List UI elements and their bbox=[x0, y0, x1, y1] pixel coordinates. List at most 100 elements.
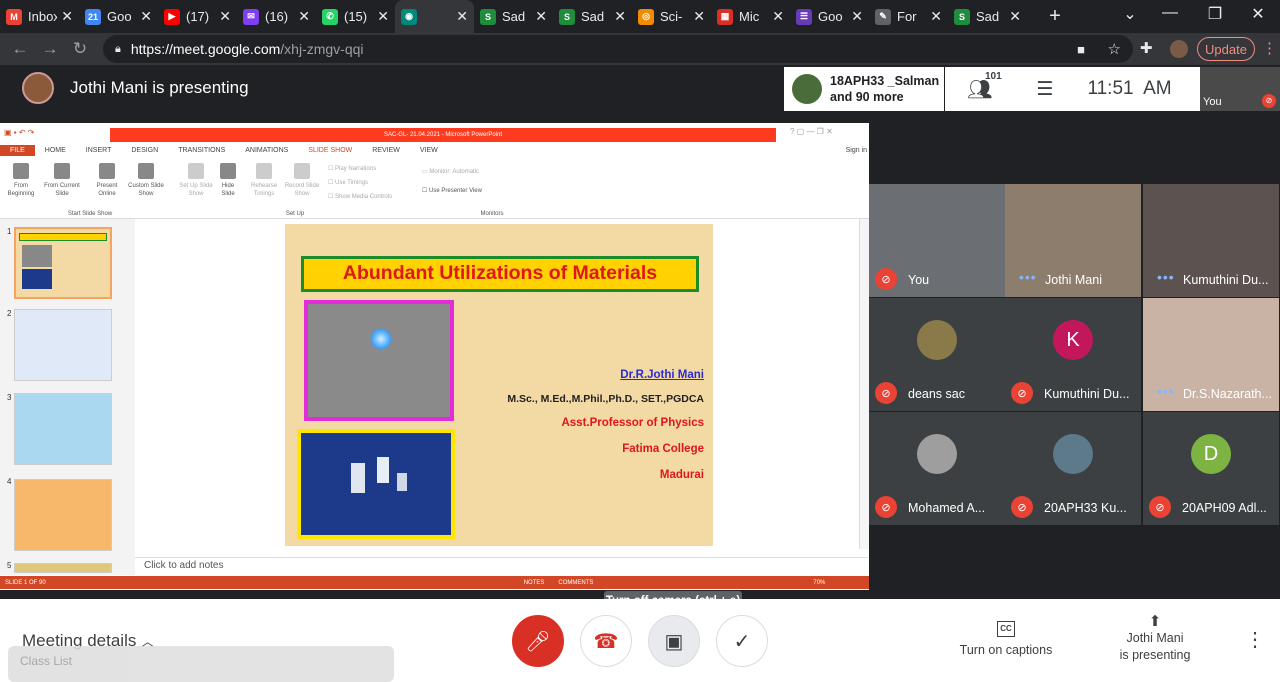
ppt-menu-insert[interactable]: INSERT bbox=[86, 147, 112, 154]
record-slide-show-button[interactable]: Record Slide Show bbox=[282, 163, 322, 198]
slide-thumbnail[interactable] bbox=[14, 393, 112, 465]
browser-tab[interactable]: ◉ ✕ bbox=[395, 0, 474, 33]
meeting-info-bar: 👥︎ 101 ☰ 11:51 AM bbox=[945, 67, 1200, 111]
close-tab-icon[interactable]: ✕ bbox=[298, 8, 310, 25]
notes-toggle[interactable]: NOTES bbox=[524, 580, 545, 586]
participant-tile[interactable]: ⊘ Mohamed A... bbox=[869, 412, 1005, 525]
rehearse-timings-button[interactable]: Rehearse Timings bbox=[246, 163, 282, 198]
present-online-button[interactable]: Present Online bbox=[90, 163, 124, 198]
close-tab-icon[interactable]: ✕ bbox=[61, 8, 73, 25]
calendar-icon: 21 bbox=[85, 8, 101, 25]
play-narrations-checkbox[interactable]: ☐ Play Narrations bbox=[328, 165, 376, 173]
slide-thumbnail[interactable] bbox=[14, 479, 112, 551]
ppt-window-title: SAC-GL- 21.04.2021 - Microsoft PowerPoin… bbox=[110, 128, 776, 142]
extensions-icon[interactable]: ✚ bbox=[1140, 39, 1153, 57]
chevron-down-icon[interactable]: ⌄ bbox=[1115, 4, 1145, 24]
from-current-button[interactable]: From Current Slide bbox=[42, 163, 82, 198]
forward-arrow-icon[interactable]: → bbox=[35, 39, 65, 59]
profile-avatar[interactable] bbox=[1170, 40, 1188, 58]
close-tab-icon[interactable]: ✕ bbox=[772, 8, 784, 25]
leave-call-button[interactable]: ☎︎ bbox=[580, 615, 632, 667]
slide-scrollbar[interactable] bbox=[859, 219, 869, 549]
slide-thumbnail[interactable] bbox=[14, 227, 112, 299]
participant-tile[interactable]: K ⊘ Kumuthini Du... bbox=[1005, 298, 1141, 411]
close-tab-icon[interactable]: ✕ bbox=[930, 8, 942, 25]
from-beginning-button[interactable]: From Beginning bbox=[3, 163, 39, 198]
ppt-menu-view[interactable]: VIEW bbox=[420, 147, 438, 154]
participant-tile[interactable]: ⊘ deans sac bbox=[869, 298, 1005, 411]
close-window-icon[interactable]: ✕ bbox=[1243, 4, 1273, 24]
mic-toggle-button[interactable]: 🎤︎ bbox=[512, 615, 564, 667]
close-tab-icon[interactable]: ✕ bbox=[614, 8, 626, 25]
update-button[interactable]: Update bbox=[1197, 37, 1255, 61]
ppt-sign-in[interactable]: Sign in bbox=[846, 147, 867, 154]
camera-toggle-button[interactable]: ▣ bbox=[648, 615, 700, 667]
ppt-menu-slideshow[interactable]: SLIDE SHOW bbox=[308, 147, 352, 154]
mic-off-icon: ⊘ bbox=[1011, 382, 1033, 404]
monitor-select[interactable]: ▭ Monitor: Automatic bbox=[422, 168, 479, 176]
ppt-menu-home[interactable]: HOME bbox=[45, 147, 66, 154]
browser-tab[interactable]: M Inbox ✕ bbox=[0, 0, 79, 33]
slide-thumbnail[interactable] bbox=[14, 309, 112, 381]
checkmark-button[interactable]: ✓ bbox=[716, 615, 768, 667]
browser-tab[interactable]: 21 Goo ✕ bbox=[79, 0, 158, 33]
slide-thumbnail[interactable] bbox=[14, 563, 112, 573]
reload-icon[interactable]: ↻ bbox=[65, 39, 95, 59]
setup-show-button[interactable]: Set Up Slide Show bbox=[176, 163, 216, 198]
star-icon[interactable]: ☆ bbox=[1108, 40, 1121, 58]
minimize-icon[interactable]: — bbox=[1155, 4, 1185, 22]
restore-icon[interactable]: ❐ bbox=[1200, 4, 1230, 24]
ppt-menu-design[interactable]: DESIGN bbox=[131, 147, 158, 154]
use-timings-checkbox[interactable]: ☐ Use Timings bbox=[328, 179, 368, 187]
browser-tab[interactable]: ☰ Goo ✕ bbox=[790, 0, 869, 33]
close-tab-icon[interactable]: ✕ bbox=[693, 8, 705, 25]
sad-icon: S bbox=[559, 8, 575, 25]
hide-slide-button[interactable]: Hide Slide bbox=[216, 163, 240, 198]
close-tab-icon[interactable]: ✕ bbox=[535, 8, 547, 25]
more-options-icon[interactable]: ⋮ bbox=[1245, 627, 1265, 652]
browser-tab[interactable]: ✎ For ✕ bbox=[869, 0, 948, 33]
participant-tile[interactable]: ••• Kumuthini Du... bbox=[1143, 184, 1279, 297]
browser-tab[interactable]: ▦ Mic ✕ bbox=[711, 0, 790, 33]
browser-tab[interactable]: S Sad ✕ bbox=[948, 0, 1027, 33]
back-arrow-icon[interactable]: ← bbox=[5, 39, 35, 59]
participant-tile[interactable]: ••• Dr.S.Nazarath... bbox=[1143, 298, 1279, 411]
close-tab-icon[interactable]: ✕ bbox=[851, 8, 863, 25]
hangup-icon: ☎︎ bbox=[593, 630, 619, 653]
custom-show-button[interactable]: Custom Slide Show bbox=[122, 163, 170, 198]
browser-tab[interactable]: S Sad ✕ bbox=[553, 0, 632, 33]
close-tab-icon[interactable]: ✕ bbox=[1009, 8, 1021, 25]
close-tab-icon[interactable]: ✕ bbox=[377, 8, 389, 25]
people-icon[interactable]: 👥︎ 101 bbox=[967, 71, 1002, 102]
participant-tile[interactable]: ••• Jothi Mani bbox=[1005, 184, 1141, 297]
notes-field[interactable]: Click to add notes bbox=[135, 557, 868, 574]
comments-toggle[interactable]: COMMENTS bbox=[558, 580, 593, 586]
ppt-menu-animations[interactable]: ANIMATIONS bbox=[245, 147, 288, 154]
presenting-status-button[interactable]: ⬆︎ Jothi Mani is presenting bbox=[1110, 613, 1200, 664]
ppt-menu-file[interactable]: FILE bbox=[0, 144, 35, 156]
menu-dots-icon[interactable]: ⋮ bbox=[1262, 39, 1277, 57]
browser-tab[interactable]: ▶ (17) ✕ bbox=[158, 0, 237, 33]
show-media-controls-checkbox[interactable]: ☐ Show Media Controls bbox=[328, 193, 392, 201]
captions-button[interactable]: CC Turn on captions bbox=[956, 621, 1056, 657]
participant-tile[interactable]: D ⊘ 20APH09 Adl... bbox=[1143, 412, 1279, 525]
class-list-extension[interactable]: Class List bbox=[8, 646, 394, 682]
close-tab-icon[interactable]: ✕ bbox=[219, 8, 231, 25]
self-view-thumbnail[interactable]: You ⊘ bbox=[1200, 67, 1280, 111]
browser-tab[interactable]: ✉ (16) ✕ bbox=[237, 0, 316, 33]
new-tab-icon[interactable]: + bbox=[1041, 5, 1069, 28]
participants-card[interactable]: 18APH33 _Salman and 90 more bbox=[784, 67, 944, 111]
browser-tab[interactable]: S Sad ✕ bbox=[474, 0, 553, 33]
camera-indicator-icon[interactable]: ■ bbox=[1077, 42, 1085, 57]
chat-icon[interactable]: ☰ bbox=[1036, 78, 1053, 101]
participant-tile[interactable]: ⊘ You bbox=[869, 184, 1005, 297]
participant-tile[interactable]: ⊘ 20APH33 Ku... bbox=[1005, 412, 1141, 525]
address-bar[interactable]: 🔒︎ https://meet.google.com/xhj-zmgv-qqi … bbox=[103, 35, 1133, 63]
browser-tab[interactable]: ◎ Sci- ✕ bbox=[632, 0, 711, 33]
ppt-menu-review[interactable]: REVIEW bbox=[372, 147, 400, 154]
close-tab-icon[interactable]: ✕ bbox=[140, 8, 152, 25]
presenter-view-checkbox[interactable]: ☐ Use Presenter View bbox=[422, 187, 482, 195]
browser-tab[interactable]: ✆ (15) ✕ bbox=[316, 0, 395, 33]
ppt-menu-transitions[interactable]: TRANSITIONS bbox=[178, 147, 225, 154]
close-tab-icon[interactable]: ✕ bbox=[456, 8, 468, 25]
